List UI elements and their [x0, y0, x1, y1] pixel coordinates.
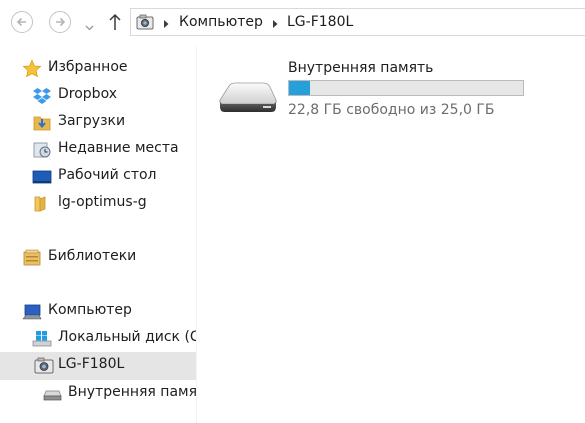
storage-free-text: 22,8 ГБ свободно из 25,0 ГБ — [288, 102, 495, 118]
storage-usage-fill — [289, 81, 310, 95]
back-button[interactable] — [11, 11, 33, 33]
forward-button[interactable] — [49, 11, 71, 33]
nav-libraries[interactable]: Библиотеки — [22, 245, 196, 271]
star-icon — [22, 59, 42, 79]
nav-item-label: Локальный диск (C:) — [58, 329, 196, 345]
breadcrumb-chevron-icon[interactable] — [163, 17, 170, 33]
storage-tile[interactable]: Внутренняя память 22,8 ГБ свободно из 25… — [219, 58, 559, 118]
nav-favorites-label: Избранное — [48, 59, 128, 75]
arrow-right-icon — [56, 17, 66, 27]
storage-drive-icon — [219, 82, 277, 120]
nav-item-label: Dropbox — [58, 86, 117, 102]
nav-favorites[interactable]: Избранное — [22, 56, 196, 82]
explorer-window: Компьютер LG-F180L Избранное Dropbox Заг… — [0, 0, 585, 423]
arrow-left-icon — [16, 17, 26, 27]
navigation-toolbar: Компьютер LG-F180L — [0, 0, 585, 46]
nav-item-internal-memory[interactable]: Внутренняя память — [42, 381, 196, 407]
nav-item-dropbox[interactable]: Dropbox — [32, 83, 196, 109]
libraries-icon — [22, 248, 42, 268]
nav-item-label: Загрузки — [58, 113, 126, 129]
device-icon — [136, 14, 154, 34]
desktop-icon — [32, 167, 52, 187]
nav-item-label: Рабочий стол — [58, 167, 157, 183]
storage-name: Внутренняя память — [288, 60, 434, 76]
nav-item-desktop[interactable]: Рабочий стол — [32, 164, 196, 190]
nav-item-local-disk[interactable]: Локальный диск (C:) — [32, 326, 196, 352]
address-bar[interactable]: Компьютер LG-F180L — [130, 8, 585, 36]
storage-drive-icon — [42, 384, 62, 404]
nav-item-lg-optimus-g[interactable]: lg-optimus-g — [32, 191, 196, 217]
device-icon — [34, 356, 54, 376]
content-area: Внутренняя память 22,8 ГБ свободно из 25… — [197, 46, 585, 423]
windows-drive-icon — [32, 329, 52, 349]
nav-item-recent-places[interactable]: Недавние места — [32, 137, 196, 163]
storage-usage-bar — [288, 80, 524, 96]
recent-locations-button[interactable] — [85, 19, 94, 35]
nav-item-label: LG-F180L — [58, 356, 125, 372]
recent-places-icon — [32, 140, 52, 160]
folder-icon — [32, 194, 52, 214]
nav-libraries-label: Библиотеки — [48, 248, 137, 264]
breadcrumb-computer[interactable]: Компьютер — [179, 14, 263, 30]
navigation-pane: Избранное Dropbox Загрузки Недавние мест… — [0, 46, 196, 423]
nav-item-label: Внутренняя память — [68, 384, 196, 400]
nav-computer[interactable]: Компьютер — [22, 299, 196, 325]
up-button[interactable] — [108, 13, 122, 35]
nav-computer-label: Компьютер — [48, 302, 132, 318]
nav-item-label: Недавние места — [58, 140, 179, 156]
nav-item-downloads[interactable]: Загрузки — [32, 110, 196, 136]
dropbox-icon — [32, 86, 52, 106]
chevron-down-icon — [85, 25, 94, 31]
breadcrumb-device[interactable]: LG-F180L — [287, 14, 353, 30]
nav-item-label: lg-optimus-g — [58, 194, 147, 210]
breadcrumb-chevron-icon[interactable] — [272, 17, 279, 33]
computer-icon — [22, 302, 42, 322]
nav-item-lg-f180l[interactable]: LG-F180L — [0, 352, 196, 380]
downloads-folder-icon — [32, 113, 52, 133]
arrow-up-icon — [109, 13, 121, 30]
